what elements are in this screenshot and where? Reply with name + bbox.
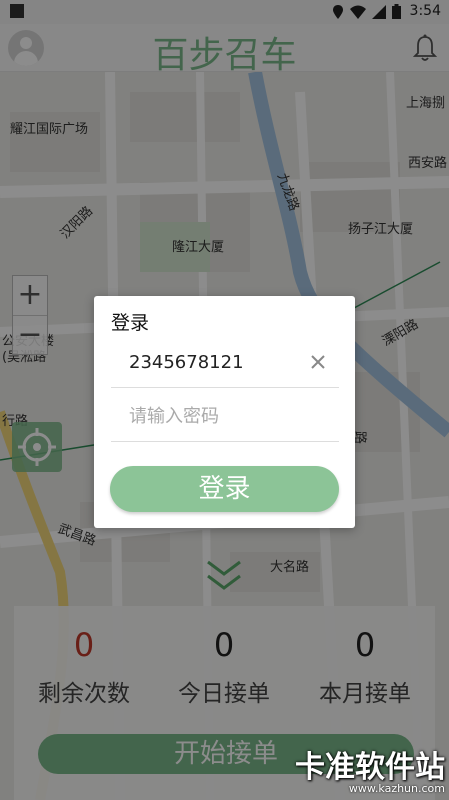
password-field xyxy=(111,392,339,442)
password-input[interactable] xyxy=(111,392,301,440)
login-dialog: 登录 登录 xyxy=(94,296,355,528)
watermark: 卡准软件站 www.kazhun.com xyxy=(295,742,445,795)
phone-field xyxy=(111,338,339,388)
phone-input[interactable] xyxy=(111,338,301,386)
login-button[interactable]: 登录 xyxy=(110,466,339,512)
clear-icon[interactable] xyxy=(309,353,327,371)
dialog-title: 登录 xyxy=(111,312,150,334)
watermark-main: 卡准软件站 xyxy=(295,750,445,785)
